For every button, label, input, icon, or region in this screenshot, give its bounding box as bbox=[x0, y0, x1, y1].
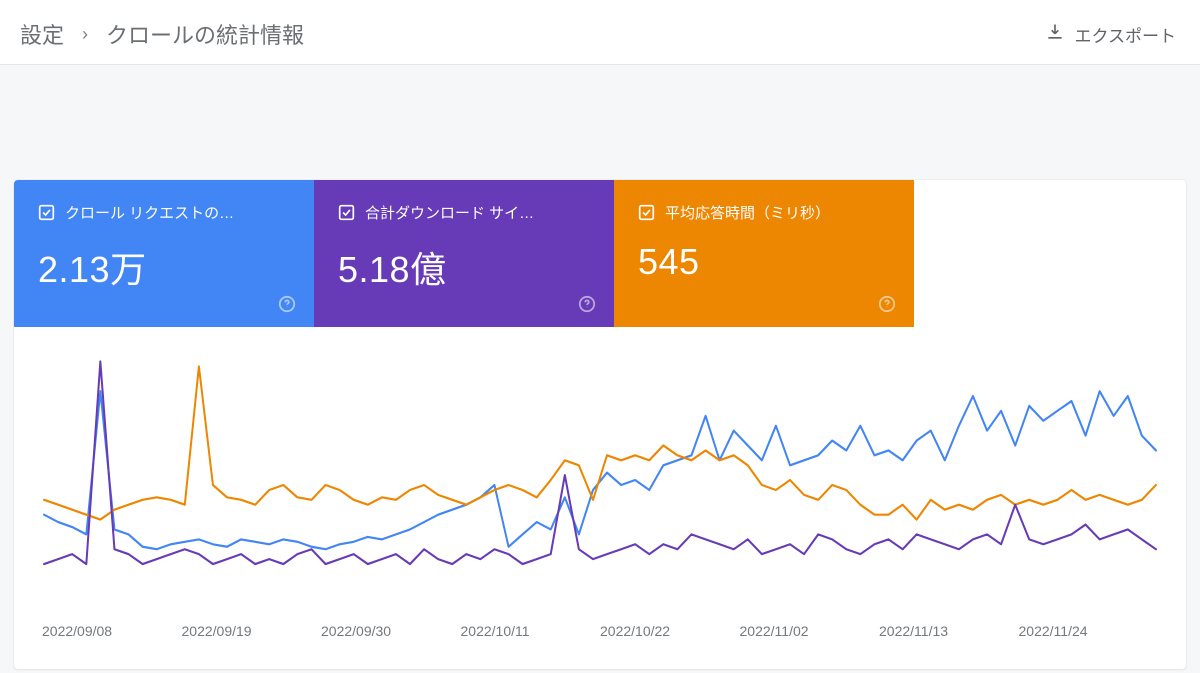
x-tick-label: 2022/10/22 bbox=[600, 623, 740, 639]
breadcrumb-root[interactable]: 設定 bbox=[20, 18, 64, 50]
checkbox-checked-icon bbox=[38, 204, 55, 221]
tile-crawl-requests[interactable]: クロール リクエストの… 2.13万 bbox=[14, 180, 314, 327]
x-tick-label: 2022/09/19 bbox=[182, 623, 322, 639]
metric-tiles: クロール リクエストの… 2.13万 合計ダウンロード サイ… 5.18億 平均… bbox=[14, 180, 1186, 327]
line-chart bbox=[14, 355, 1186, 615]
x-tick-label: 2022/09/30 bbox=[321, 623, 461, 639]
tile-label: クロール リクエストの… bbox=[65, 202, 234, 223]
checkbox-checked-icon bbox=[338, 204, 355, 221]
tile-label: 平均応答時間（ミリ秒） bbox=[665, 202, 830, 223]
chevron-right-icon: › bbox=[82, 24, 88, 45]
tile-value: 5.18億 bbox=[338, 241, 592, 293]
tile-download-size[interactable]: 合計ダウンロード サイ… 5.18億 bbox=[314, 180, 614, 327]
breadcrumb-current: クロールの統計情報 bbox=[106, 18, 304, 50]
breadcrumb: 設定 › クロールの統計情報 bbox=[20, 18, 304, 50]
tile-value: 545 bbox=[638, 241, 892, 283]
x-tick-label: 2022/11/24 bbox=[1019, 623, 1159, 639]
series-line bbox=[44, 366, 1156, 519]
tile-value: 2.13万 bbox=[38, 241, 292, 293]
crawl-stats-card: クロール リクエストの… 2.13万 合計ダウンロード サイ… 5.18億 平均… bbox=[14, 180, 1186, 669]
x-tick-label: 2022/11/02 bbox=[740, 623, 880, 639]
x-tick-label: 2022/10/11 bbox=[461, 623, 601, 639]
help-icon[interactable] bbox=[578, 295, 596, 313]
download-icon bbox=[1045, 22, 1065, 47]
export-label: エクスポート bbox=[1075, 22, 1177, 47]
chart-area: 2022/09/082022/09/192022/09/302022/10/11… bbox=[14, 327, 1186, 669]
export-button[interactable]: エクスポート bbox=[1045, 22, 1177, 47]
help-icon[interactable] bbox=[878, 295, 896, 313]
x-tick-label: 2022/11/13 bbox=[879, 623, 1019, 639]
page-header: 設定 › クロールの統計情報 エクスポート bbox=[0, 0, 1200, 65]
x-axis-labels: 2022/09/082022/09/192022/09/302022/10/11… bbox=[14, 615, 1186, 639]
tile-avg-response[interactable]: 平均応答時間（ミリ秒） 545 bbox=[614, 180, 914, 327]
tile-label: 合計ダウンロード サイ… bbox=[365, 202, 534, 223]
checkbox-checked-icon bbox=[638, 204, 655, 221]
help-icon[interactable] bbox=[278, 295, 296, 313]
x-tick-label: 2022/09/08 bbox=[42, 623, 182, 639]
